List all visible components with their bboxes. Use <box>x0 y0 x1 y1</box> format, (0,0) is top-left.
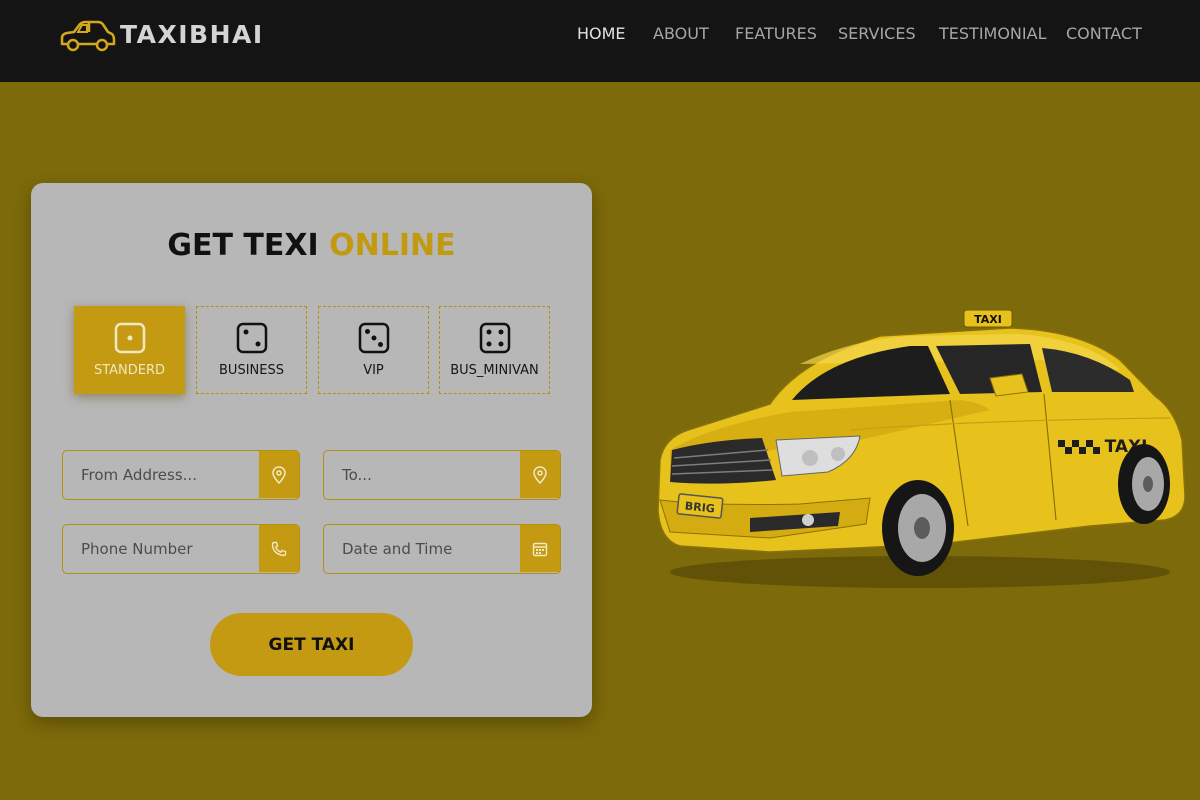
datetime-input[interactable] <box>324 525 520 572</box>
car-type-business[interactable]: BUSINESS <box>196 306 307 394</box>
nav-services[interactable]: SERVICES <box>838 24 916 43</box>
form-title: GET TEXI ONLINE <box>31 228 592 263</box>
dice-four-icon <box>479 322 510 354</box>
calendar-icon <box>532 542 548 556</box>
taxi-car-image: TAXI BRIG TAXI <box>657 309 1186 588</box>
car-icon <box>60 20 116 52</box>
from-address-icon-box[interactable] <box>259 451 299 498</box>
brand-logo-link[interactable]: TAXIBHAI <box>58 14 264 54</box>
nav-features[interactable]: FEATURES <box>735 24 817 43</box>
phone-icon-box[interactable] <box>259 525 299 572</box>
roof-sign-text: TAXI <box>974 313 1002 326</box>
car-type-label: BUS_MINIVAN <box>450 363 539 378</box>
dice-one-icon <box>114 322 145 354</box>
dice-three-icon <box>358 322 389 354</box>
to-address-icon-box[interactable] <box>520 451 560 498</box>
header: TAXIBHAI HOME ABOUT FEATURES SERVICES TE… <box>0 0 1200 82</box>
nav-about[interactable]: ABOUT <box>653 24 709 43</box>
to-address-field <box>323 450 561 500</box>
form-title-accent: ONLINE <box>329 228 456 263</box>
car-type-label: BUSINESS <box>219 363 284 378</box>
brand-name: TAXIBHAI <box>120 19 264 49</box>
from-address-field <box>62 450 300 500</box>
map-pin-icon <box>272 465 286 484</box>
nav-contact[interactable]: CONTACT <box>1066 24 1142 43</box>
phone-input[interactable] <box>63 525 259 572</box>
phone-icon <box>271 541 287 556</box>
car-type-bus-minivan[interactable]: BUS_MINIVAN <box>439 306 550 394</box>
form-title-main: GET TEXI <box>167 228 319 263</box>
datetime-field <box>323 524 561 574</box>
booking-form-card: GET TEXI ONLINE STANDERD BUSINESS VIP BU… <box>31 183 592 717</box>
nav-home[interactable]: HOME <box>577 24 626 43</box>
car-type-label: STANDERD <box>93 363 166 378</box>
to-address-input[interactable] <box>324 451 520 498</box>
dice-two-icon <box>236 322 267 354</box>
nav-testimonial[interactable]: TESTIMONIAL <box>939 24 1046 43</box>
map-pin-icon <box>533 465 547 484</box>
car-type-standerd[interactable]: STANDERD <box>74 306 185 394</box>
get-taxi-button[interactable]: GET TAXI <box>210 613 413 676</box>
phone-field <box>62 524 300 574</box>
car-type-vip[interactable]: VIP <box>318 306 429 394</box>
calendar-icon-box[interactable] <box>520 525 560 572</box>
from-address-input[interactable] <box>63 451 259 498</box>
car-type-label: VIP <box>363 363 384 378</box>
